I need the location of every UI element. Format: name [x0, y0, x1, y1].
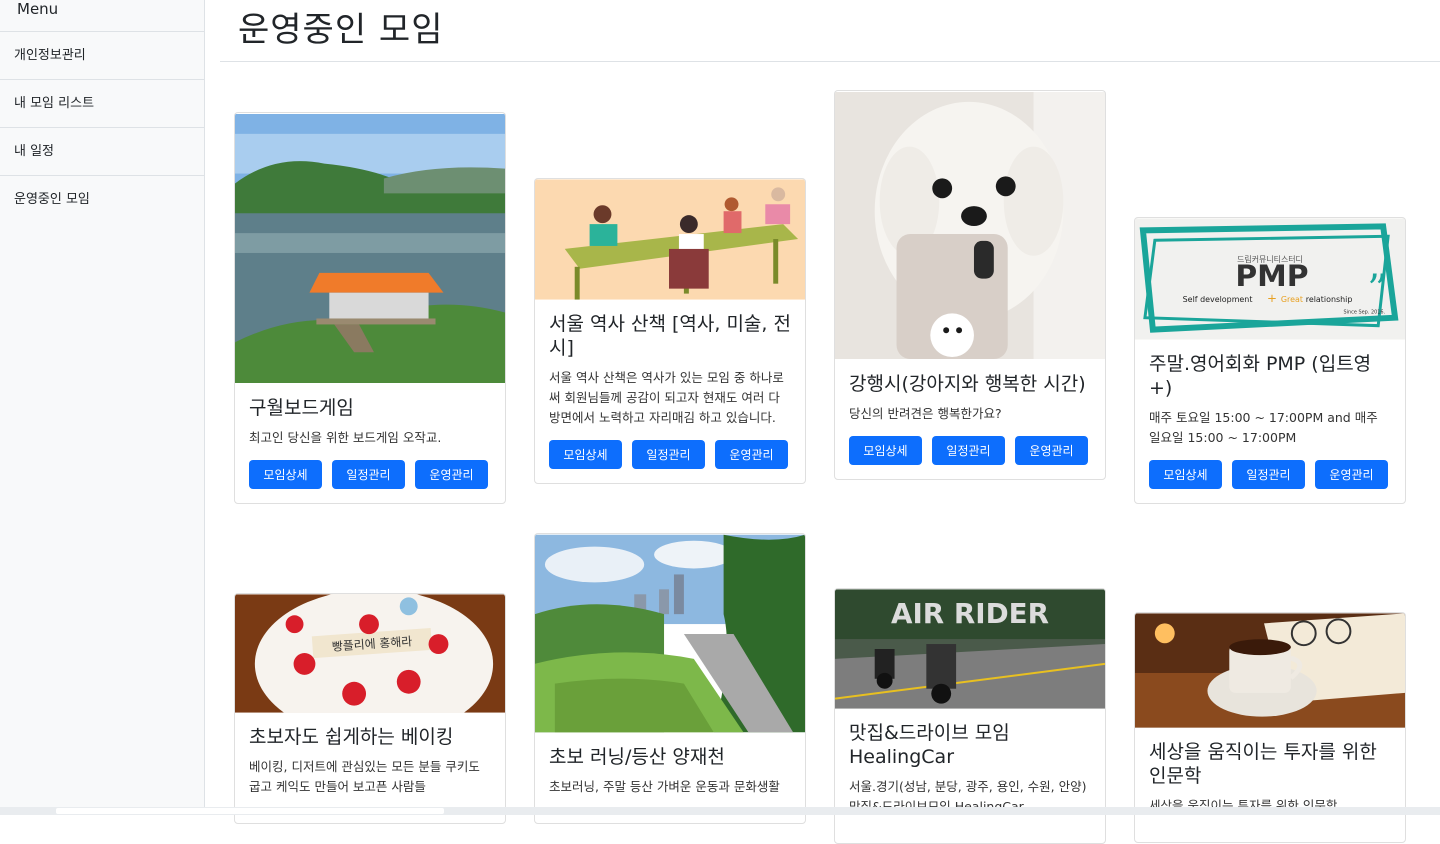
card-image-motorcycles: AIR RIDER — [835, 589, 1105, 709]
manage-button[interactable]: 운영관리 — [1015, 436, 1088, 465]
sidebar-item-operating-groups[interactable]: 운영중인 모임 — [0, 176, 204, 224]
card-text: 매주 토요일 15:00 ~ 17:00PM and 매주 일요일 15:00 … — [1149, 410, 1378, 445]
manage-button[interactable]: 운영관리 — [715, 440, 788, 469]
pmp-great: Great — [1281, 295, 1303, 304]
schedule-button[interactable]: 일정관리 — [632, 440, 705, 469]
card-image-coffee — [1135, 613, 1405, 728]
detail-button[interactable]: 모임상세 — [249, 460, 322, 489]
schedule-button[interactable]: 일정관리 — [1232, 460, 1305, 489]
card-text: 최고인 당신을 위한 보드게임 오작교. — [249, 430, 442, 445]
card-image-pmp-logo: 드림커뮤니티스터디 PMP Self development + Great r… — [1135, 218, 1405, 340]
card-text: 당신의 반려견은 행복한가요? — [849, 406, 1002, 421]
group-card: 서울 역사 산책 [역사, 미술, 전시] 서울 역사 산책은 역사가 있는 모… — [534, 178, 806, 484]
horizontal-scrollbar[interactable] — [0, 807, 1440, 815]
sidebar: Menu 개인정보관리 내 모임 리스트 내 일정 운영중인 모임 — [0, 0, 205, 815]
group-card: AIR RIDER 맛집&드라이브 모임 HealingCar 서울.경기(성남… — [834, 588, 1106, 844]
card-title: 초보 러닝/등산 양재천 — [549, 746, 725, 768]
card-image-cake: 빵플리에 홍해라 — [235, 594, 505, 713]
title-divider — [220, 61, 1440, 62]
group-card: 강행시(강아지와 행복한 시간) 당신의 반려견은 행복한가요? 모임상세 일정… — [834, 90, 1106, 480]
card-image-puppy — [835, 91, 1105, 360]
pmp-plus: + — [1267, 291, 1277, 305]
manage-button[interactable]: 운영관리 — [415, 460, 488, 489]
svg-text:”: ” — [1367, 266, 1387, 312]
scrollbar-thumb[interactable] — [56, 808, 444, 814]
group-card: 드림커뮤니티스터디 PMP Self development + Great r… — [1134, 217, 1406, 504]
pmp-line-text: Self development — [1183, 295, 1253, 304]
card-title: 강행시(강아지와 행복한 시간) — [849, 373, 1086, 395]
detail-button[interactable]: 모임상세 — [549, 440, 622, 469]
manage-button[interactable]: 운영관리 — [1315, 460, 1388, 489]
group-card: 빵플리에 홍해라 초보자도 쉽게하는 베이킹 베이킹, 디저트에 관심있는 모든… — [234, 593, 506, 824]
sidebar-item-my-schedule[interactable]: 내 일정 — [0, 128, 204, 176]
card-image-park — [535, 534, 805, 733]
pmp-big-text: PMP — [1235, 259, 1308, 294]
detail-button[interactable]: 모임상세 — [1149, 460, 1222, 489]
card-image-lake — [235, 113, 505, 384]
card-image-reading — [535, 179, 805, 300]
group-card: 초보 러닝/등산 양재천 초보러닝, 주말 등산 가벼운 운동과 문화생활 — [534, 533, 806, 824]
card-text: 베이킹, 디저트에 관심있는 모든 분들 쿠키도 굽고 케익도 만들어 보고픈 … — [249, 759, 480, 794]
detail-button[interactable]: 모임상세 — [849, 436, 922, 465]
sidebar-item-profile[interactable]: 개인정보관리 — [0, 32, 204, 80]
card-title: 서울 역사 산책 [역사, 미술, 전시] — [549, 313, 791, 359]
card-title: 맛집&드라이브 모임 HealingCar — [849, 722, 1010, 768]
page-title: 운영중인 모임 — [238, 10, 444, 50]
sidebar-header: Menu — [0, 0, 204, 32]
schedule-button[interactable]: 일정관리 — [332, 460, 405, 489]
card-title: 세상을 움직이는 투자를 위한 인문학 — [1149, 741, 1377, 787]
sidebar-item-my-groups[interactable]: 내 모임 리스트 — [0, 80, 204, 128]
group-card: 구월보드게임 최고인 당신을 위한 보드게임 오작교. 모임상세 일정관리 운영… — [234, 112, 506, 504]
card-title: 주말.영어회화 PMP (입트영+) — [1149, 353, 1372, 399]
card-text: 초보러닝, 주말 등산 가벼운 운동과 문화생활 — [549, 779, 780, 794]
card-title: 구월보드게임 — [249, 397, 354, 419]
card-title: 초보자도 쉽게하는 베이킹 — [249, 726, 454, 748]
card-text: 서울 역사 산책은 역사가 있는 모임 중 하나로써 회원님들께 공감이 되고자… — [549, 370, 784, 425]
pmp-rel: relationship — [1306, 295, 1353, 304]
schedule-button[interactable]: 일정관리 — [932, 436, 1005, 465]
air-rider-text: AIR RIDER — [891, 597, 1049, 630]
